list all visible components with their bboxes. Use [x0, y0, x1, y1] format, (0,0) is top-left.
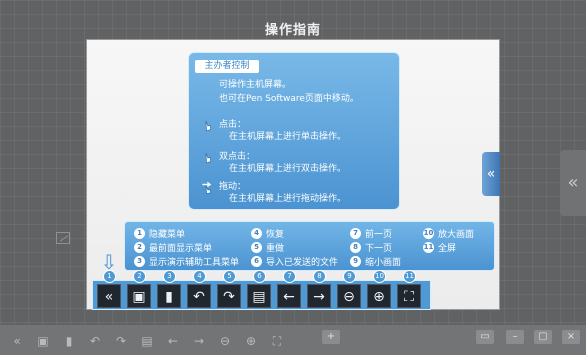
legend-item-8: 8 下一页: [350, 241, 392, 254]
click-desc: 在主机屏幕上进行单击操作。: [229, 132, 347, 142]
bottom-window-button[interactable]: ▭: [476, 330, 494, 344]
hide-menu-button[interactable]: 1 «: [97, 270, 121, 308]
zoom-out-button[interactable]: 9 ⊖: [337, 270, 361, 308]
undo-button[interactable]: 4 ↶: [187, 270, 211, 308]
legend-item-6: 6 导入已发送的文件: [251, 255, 338, 268]
bottom-add-button[interactable]: +: [322, 330, 340, 344]
undo-icon: ↶: [193, 289, 205, 305]
double-desc: 在主机屏幕上进行双击操作。: [229, 164, 347, 174]
bottom-minimize-button[interactable]: –: [506, 330, 524, 344]
bottom-import-file-icon[interactable]: ▤: [140, 334, 154, 348]
zoom-in-button[interactable]: 10 ⊕: [367, 270, 391, 308]
legend-item-7: 7 前一页: [350, 227, 392, 240]
legend-item-10: 10 放大画面: [423, 228, 475, 240]
legend-item-2: 2 最前面显示菜单: [134, 241, 212, 254]
hand-drag-icon: [202, 181, 212, 195]
zoom-in-icon: ⊕: [373, 289, 385, 305]
next-page-button[interactable]: 8 →: [307, 270, 331, 308]
legend-item-1: 1 隐藏菜单: [134, 227, 185, 240]
bottom-redo-icon[interactable]: ↷: [114, 334, 128, 348]
legend-box: 1 隐藏菜单 2 最前面显示菜单 3 显示演示辅助工具菜单 4 恢复 5 重做 6 导入已发…: [124, 221, 495, 271]
redo-icon: ↷: [223, 289, 235, 305]
import-file-button[interactable]: 6 ▤: [247, 270, 271, 308]
legend-item-3: 3 显示演示辅助工具菜单: [134, 255, 239, 268]
bottom-close-button[interactable]: ×: [562, 330, 580, 344]
bottom-zoom-in-icon[interactable]: ⊕: [244, 334, 258, 348]
legend-item-5: 5 重做: [251, 241, 284, 254]
drag-desc: 在主机屏幕上进行拖动操作。: [229, 194, 347, 204]
bottom-zoom-out-icon[interactable]: ⊖: [218, 334, 232, 348]
bottom-fullscreen-icon[interactable]: ⛶: [270, 334, 284, 348]
menu-front-icon: ▣: [132, 289, 146, 305]
double-chevron-left-icon: «: [104, 289, 114, 305]
bottom-left-arrow-icon[interactable]: ←: [166, 334, 180, 348]
import-file-icon: ▤: [252, 289, 266, 305]
fullscreen-button[interactable]: 11 ⛶: [397, 270, 421, 308]
legend-item-4: 4 恢复: [251, 227, 284, 240]
presentation-tool-button[interactable]: 3 ▮: [157, 270, 181, 308]
host-control-heading: 主办者控制: [195, 60, 259, 73]
intro-line-1: 可操作主机屏幕。: [219, 80, 292, 90]
legend-item-11: 11 全屏: [423, 242, 457, 254]
panel-collapse-handle[interactable]: «: [482, 152, 500, 196]
zoom-out-icon: ⊖: [343, 289, 355, 305]
toolbar: 1 « 2 ▣ 3 ▮ 4 ↶ 5 ↷ 6 ▤ 7 ← 8 → 9 ⊖ 10 ⊕ 11 ⛶: [92, 270, 431, 310]
edge-collapse-handle[interactable]: «: [560, 150, 586, 216]
intro-line-2: 也可在Pen Software页面中移动。: [219, 94, 359, 104]
hand-double-click-icon: [205, 152, 212, 164]
menu-front-button[interactable]: 2 ▣: [127, 270, 151, 308]
page-title: 操作指南: [264, 23, 321, 38]
fullscreen-icon: ⛶: [404, 289, 414, 305]
previous-page-button[interactable]: 7 ←: [277, 270, 301, 308]
bottom-restore-button[interactable]: ▢: [534, 330, 552, 344]
bottom-presentation-tool-icon[interactable]: ▮: [62, 334, 76, 348]
hand-click-icon: [205, 120, 212, 132]
pen-icon: [56, 232, 70, 244]
right-arrow-icon: →: [313, 289, 325, 305]
bottom-right-arrow-icon[interactable]: →: [192, 334, 206, 348]
bottom-menu-front-icon[interactable]: ▣: [36, 334, 50, 348]
legend-item-9: 9 缩小画面: [350, 255, 401, 268]
redo-button[interactable]: 5 ↷: [217, 270, 241, 308]
presentation-tool-icon: ▮: [165, 289, 173, 305]
bottom-double-chevron-left-icon[interactable]: «: [10, 334, 24, 348]
host-control-box: 主办者控制 可操作主机屏幕。 也可在Pen Software页面中移动。 点击：…: [188, 52, 400, 210]
left-arrow-icon: ←: [283, 289, 295, 305]
bottom-undo-icon[interactable]: ↶: [88, 334, 102, 348]
